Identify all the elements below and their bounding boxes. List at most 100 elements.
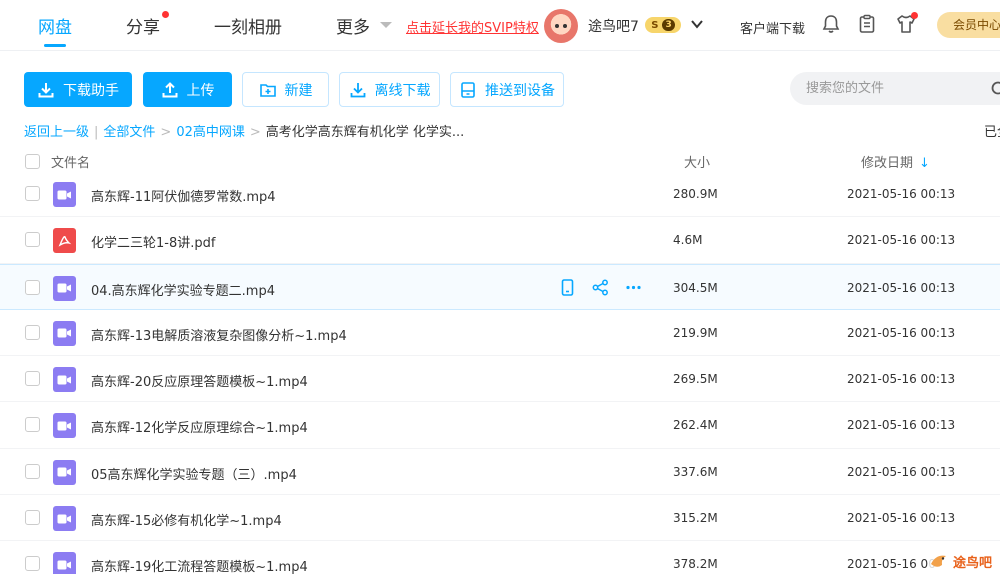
table-row[interactable]: 高东辉-15必修有机化学~1.mp4 315.2M 2021-05-16 00:13 — [0, 495, 1000, 542]
breadcrumb-back[interactable]: 返回上一级 — [24, 125, 89, 140]
loaded-status: 已全 — [984, 125, 1000, 140]
video-file-icon — [53, 275, 76, 301]
file-date: 2021-05-16 00:13 — [847, 325, 956, 340]
download-helper-button[interactable]: 下载助手 — [24, 72, 132, 107]
push-to-device-label: 推送到设备 — [485, 82, 555, 99]
file-size: 315.2M — [673, 511, 718, 526]
vip-center-button[interactable]: 会员中心 — [937, 12, 1000, 38]
file-date: 2021-05-16 00:13 — [847, 418, 956, 433]
search-icon[interactable] — [990, 80, 1000, 98]
row-checkbox[interactable] — [25, 417, 40, 433]
table-row[interactable]: 高东辉-19化工流程答题模板~1.mp4 378.2M 2021-05-16 00 — [0, 541, 1000, 574]
file-size: 4.6M — [673, 233, 703, 248]
table-row[interactable]: 04.高东辉化学实验专题二.mp4 304.5M 2021-05-16 00:13 — [0, 263, 1000, 310]
video-file-icon — [53, 459, 76, 485]
offline-download-button[interactable]: 离线下载 — [339, 72, 440, 107]
row-checkbox[interactable] — [25, 463, 40, 479]
chevron-down-icon[interactable] — [380, 22, 392, 28]
table-row[interactable]: 高东辉-11阿伏伽德罗常数.mp4 280.9M 2021-05-16 00:13 — [0, 171, 1000, 218]
chevron-down-icon[interactable] — [690, 17, 704, 31]
offline-download-label: 离线下载 — [374, 82, 431, 99]
phone-push-icon[interactable] — [558, 278, 577, 301]
username[interactable]: 途鸟吧7 — [588, 16, 639, 36]
table-row[interactable]: 高东辉-20反应原理答题模板~1.mp4 269.5M 2021-05-16 00:… — [0, 356, 1000, 403]
file-name[interactable]: 高东辉-12化学反应原理综合~1.mp4 — [91, 417, 308, 436]
file-name[interactable]: 04.高东辉化学实验专题二.mp4 — [91, 280, 275, 299]
bell-icon[interactable] — [820, 13, 842, 35]
row-checkbox[interactable] — [25, 371, 40, 387]
file-date: 2021-05-16 00:13 — [847, 187, 956, 201]
column-header-date[interactable]: 修改日期 ↓ — [861, 152, 930, 171]
tab-netdisk[interactable]: 网盘 — [38, 13, 72, 38]
breadcrumb-separator: > — [160, 125, 172, 140]
more-icon[interactable] — [624, 278, 643, 301]
video-file-icon — [53, 182, 76, 207]
avatar[interactable] — [544, 9, 578, 43]
row-checkbox[interactable] — [25, 279, 40, 295]
file-size: 280.9M — [673, 187, 718, 201]
active-tab-indicator — [44, 44, 66, 47]
share-notification-dot — [162, 11, 169, 18]
row-checkbox[interactable] — [25, 186, 40, 201]
top-nav: 网盘 分享 一刻相册 更多 点击延长我的SVIP特权 途鸟吧7 S 3 客户端下… — [0, 0, 1000, 50]
file-name[interactable]: 高东辉-11阿伏伽德罗常数.mp4 — [91, 186, 276, 205]
row-checkbox[interactable] — [25, 232, 40, 248]
table-row[interactable]: 高东辉-12化学反应原理综合~1.mp4 262.4M 2021-05-16 00:… — [0, 402, 1000, 449]
file-date: 2021-05-16 00:13 — [847, 280, 956, 295]
new-label: 新建 — [284, 82, 313, 99]
table-row[interactable]: 05高东辉化学实验专题（三）.mp4 337.6M 2021-05-16 00:13 — [0, 449, 1000, 496]
file-name[interactable]: 高东辉-19化工流程答题模板~1.mp4 — [91, 556, 308, 574]
file-list: 高东辉-11阿伏伽德罗常数.mp4 280.9M 2021-05-16 00:13 化… — [0, 171, 1000, 574]
file-name[interactable]: 05高东辉化学实验专题（三）.mp4 — [91, 464, 297, 483]
row-checkbox[interactable] — [25, 556, 40, 572]
video-file-icon — [53, 367, 76, 393]
download-icon — [38, 82, 54, 97]
breadcrumb-separator: > — [249, 125, 261, 140]
tab-album[interactable]: 一刻相册 — [214, 13, 282, 38]
upload-button[interactable]: 上传 — [143, 72, 232, 107]
column-header-size[interactable]: 大小 — [684, 152, 710, 171]
file-date: 2021-05-16 00:13 — [847, 511, 956, 526]
search-input[interactable]: 搜索您的文件 — [790, 72, 1000, 105]
video-file-icon — [53, 552, 76, 574]
breadcrumb-folder[interactable]: 02高中网课 — [176, 125, 245, 140]
new-folder-button[interactable]: 新建 — [242, 72, 329, 107]
select-all-checkbox[interactable] — [25, 154, 40, 169]
column-header-date-label: 修改日期 — [861, 156, 914, 171]
file-name[interactable]: 高东辉-13电解质溶液复杂图像分析~1.mp4 — [91, 325, 347, 344]
file-date: 2021-05-16 00:13 — [847, 233, 956, 248]
table-row[interactable]: 化学二三轮1-8讲.pdf 4.6M 2021-05-16 00:13 — [0, 217, 1000, 264]
file-size: 219.9M — [673, 325, 718, 340]
row-checkbox[interactable] — [25, 324, 40, 340]
sort-desc-icon[interactable]: ↓ — [919, 156, 930, 171]
breadcrumb-separator: | — [94, 125, 99, 140]
video-file-icon — [53, 413, 76, 439]
svip-renew-link[interactable]: 点击延长我的SVIP特权 — [406, 17, 539, 36]
file-size: 269.5M — [673, 372, 718, 387]
clipboard-icon[interactable] — [856, 13, 878, 35]
file-name[interactable]: 高东辉-15必修有机化学~1.mp4 — [91, 510, 282, 529]
file-name[interactable]: 化学二三轮1-8讲.pdf — [91, 232, 215, 251]
watermark: 途鸟吧 — [928, 548, 1000, 574]
push-to-device-button[interactable]: 推送到设备 — [450, 72, 564, 107]
client-download-link[interactable]: 客户端下载 — [740, 18, 805, 37]
level-badge: S 3 — [645, 17, 681, 33]
breadcrumb-all-files[interactable]: 全部文件 — [103, 125, 155, 140]
watermark-text: 途鸟吧 — [953, 555, 993, 571]
column-header-name[interactable]: 文件名 — [51, 152, 90, 171]
file-size: 378.2M — [673, 557, 718, 572]
file-size: 304.5M — [673, 280, 718, 295]
new-folder-icon — [259, 83, 276, 97]
share-icon[interactable] — [591, 278, 610, 301]
pdf-file-icon — [53, 228, 76, 254]
nav-divider — [0, 50, 1000, 51]
table-row[interactable]: 高东辉-13电解质溶液复杂图像分析~1.mp4 219.9M 2021-05-16 … — [0, 310, 1000, 357]
tab-more[interactable]: 更多 — [336, 13, 370, 38]
level-badge-s: S — [651, 19, 659, 31]
row-checkbox[interactable] — [25, 510, 40, 526]
file-name[interactable]: 高东辉-20反应原理答题模板~1.mp4 — [91, 371, 308, 390]
tshirt-notification-dot — [911, 12, 918, 19]
upload-label: 上传 — [186, 82, 215, 99]
video-file-icon — [53, 506, 76, 532]
tab-share[interactable]: 分享 — [126, 13, 160, 38]
